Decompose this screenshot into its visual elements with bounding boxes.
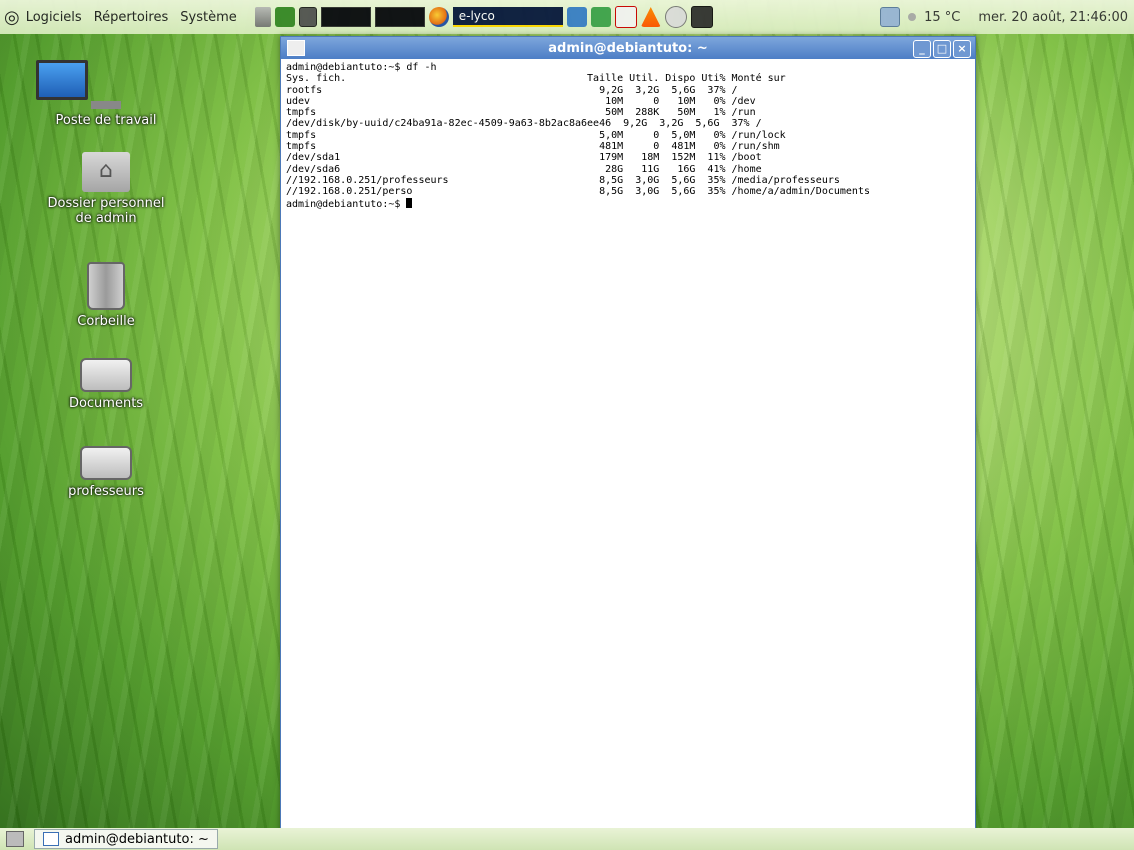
- system-monitor-icon[interactable]: [320, 7, 371, 27]
- volume-icon[interactable]: [254, 7, 271, 27]
- terminal-line: tmpfs 481M 0 481M 0% /run/shm: [286, 141, 780, 153]
- weather-icon[interactable]: [908, 13, 917, 21]
- terminal-line: /dev/sda1 179M 18M 152M 11% /boot: [286, 152, 762, 164]
- taskbar-item-label: admin@debiantuto: ~: [65, 831, 209, 847]
- window-controls: _ □ ×: [913, 40, 971, 58]
- text-cursor: [406, 197, 413, 208]
- drawing-icon[interactable]: [614, 6, 637, 28]
- debian-logo-icon[interactable]: ◎: [4, 7, 20, 28]
- desktop-icon-label: Corbeille: [77, 314, 135, 329]
- terminal-window[interactable]: admin@debiantuto: ~ _ □ × admin@debiantu…: [280, 36, 976, 832]
- terminal-prompt: admin@debiantuto:~$: [286, 198, 407, 210]
- terminal-line: /dev/disk/by-uuid/c24ba91a-82ec-4509-9a6…: [286, 118, 762, 130]
- elyco-launcher[interactable]: e-lyco: [452, 7, 563, 27]
- maximize-button[interactable]: □: [933, 40, 951, 58]
- terminal-line: tmpfs 50M 288K 50M 1% /run: [286, 107, 756, 119]
- network-drive-icon: [80, 358, 132, 392]
- desktop-icon-poste-de-travail[interactable]: Poste de travail: [36, 60, 176, 128]
- terminal-output[interactable]: admin@debiantuto:~$ df -h Sys. fich. Tail…: [281, 59, 975, 213]
- close-button[interactable]: ×: [953, 40, 971, 58]
- desktop-icon-documents[interactable]: Documents: [36, 358, 176, 411]
- taskbar-item-terminal[interactable]: admin@debiantuto: ~: [34, 829, 218, 849]
- terminal-line: udev 10M 0 10M 0% /dev: [286, 95, 756, 107]
- window-title: admin@debiantuto: ~: [548, 40, 708, 56]
- terminal-line: Sys. fich. Taille Util. Dispo Uti% Monté…: [286, 73, 786, 85]
- top-panel: ◎ Logiciels Répertoires Système e-lyco 1…: [0, 0, 1134, 34]
- clock[interactable]: mer. 20 août, 21:46:00: [978, 10, 1128, 25]
- logout-icon[interactable]: [274, 7, 295, 27]
- terminal-line: //192.168.0.251/perso 8,5G 3,0G 5,6G 35%…: [286, 186, 870, 198]
- menu-repertoires[interactable]: Répertoires: [94, 10, 169, 25]
- network-monitor-icon[interactable]: [374, 7, 425, 27]
- terminal-launcher-icon[interactable]: [298, 7, 317, 27]
- terminal-window-icon: [43, 832, 59, 846]
- window-menu-icon[interactable]: [287, 40, 305, 56]
- presentation-icon[interactable]: [566, 7, 587, 27]
- minimize-button[interactable]: _: [913, 40, 931, 58]
- terminal-line: tmpfs 5,0M 0 5,0M 0% /run/lock: [286, 129, 786, 141]
- terminal-prompt-line[interactable]: admin@debiantuto:~$: [286, 197, 970, 210]
- terminal-line: rootfs 9,2G 3,2G 5,6G 37% /: [286, 84, 738, 96]
- window-titlebar[interactable]: admin@debiantuto: ~ _ □ ×: [281, 37, 975, 59]
- launcher-bar: e-lyco: [254, 6, 713, 28]
- desktop-icon-dossier-personnel[interactable]: Dossier personnel de admin: [36, 152, 176, 226]
- main-menu: ◎ Logiciels Répertoires Système: [0, 0, 253, 34]
- desktop-icon-corbeille[interactable]: Corbeille: [36, 262, 176, 329]
- terminal-line: /dev/sda6 28G 11G 16G 41% /home: [286, 163, 762, 175]
- home-folder-icon: [82, 152, 130, 192]
- firefox-icon[interactable]: [428, 7, 449, 27]
- desktop-icon-label: Documents: [68, 396, 144, 411]
- terminal-line: //192.168.0.251/professeurs 8,5G 3,0G 5,…: [286, 174, 840, 186]
- vlc-icon[interactable]: [640, 7, 661, 27]
- desktop-icon-professeurs[interactable]: professeurs: [36, 446, 176, 499]
- network-drive-icon: [80, 446, 132, 480]
- update-notifier-icon[interactable]: [880, 7, 901, 27]
- menu-logiciels[interactable]: Logiciels: [26, 10, 82, 25]
- spreadsheet-icon[interactable]: [590, 7, 611, 27]
- show-desktop-icon[interactable]: [6, 831, 24, 847]
- desktop-icon-label: Dossier personnel de admin: [47, 196, 165, 226]
- computer-icon: [36, 60, 176, 109]
- terminal-line: admin@debiantuto:~$ df -h: [286, 62, 437, 73]
- status-area: 15 °C mer. 20 août, 21:46:00: [880, 0, 1128, 34]
- temperature[interactable]: 15 °C: [924, 10, 960, 25]
- desktop-icon-label: professeurs: [68, 484, 144, 499]
- bottom-panel: admin@debiantuto: ~: [0, 828, 1134, 850]
- desktop-icon-label: Poste de travail: [55, 113, 157, 128]
- network-icon[interactable]: [664, 6, 687, 28]
- trash-icon: [87, 262, 125, 310]
- screenshot-icon[interactable]: [690, 6, 713, 28]
- menu-systeme[interactable]: Système: [180, 10, 236, 25]
